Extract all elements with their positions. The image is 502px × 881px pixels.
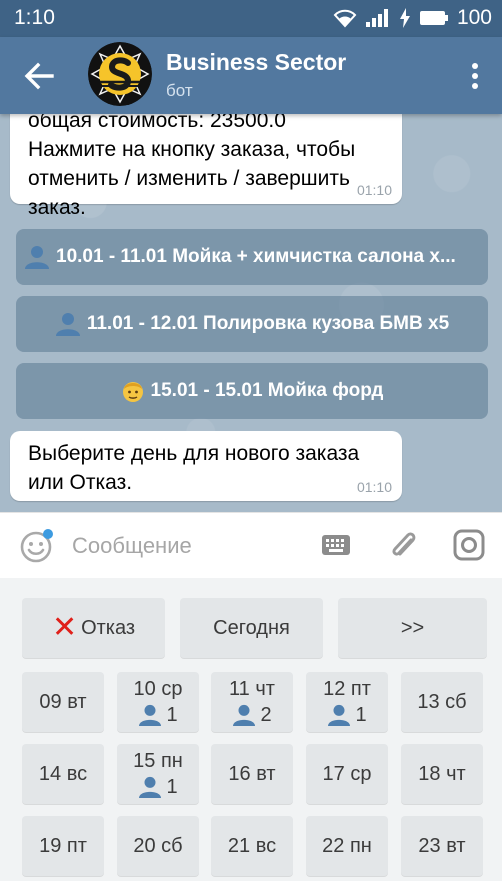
order-count-value: 1 bbox=[166, 704, 178, 726]
x-icon: ✕ bbox=[51, 611, 78, 644]
day-button[interactable]: 10 ср 1 bbox=[117, 672, 199, 732]
day-button[interactable]: 11 чт 2 bbox=[211, 672, 293, 732]
order-button-label: 15.01 - 15.01 Мойка форд bbox=[150, 380, 384, 401]
wifi-icon bbox=[333, 9, 357, 28]
order-button-label: 11.01 - 12.01 Полировка кузова БМВ х5 bbox=[86, 313, 450, 334]
day-button[interactable]: 12 пт 1 bbox=[306, 672, 388, 732]
face-icon bbox=[122, 382, 143, 402]
order-button[interactable]: 11.01 - 12.01 Полировка кузова БМВ х5 bbox=[16, 296, 488, 352]
day-label: 12 пт bbox=[323, 678, 371, 700]
message-input-bar bbox=[0, 512, 502, 578]
signal-icon bbox=[365, 9, 388, 27]
day-button[interactable]: 20 сб bbox=[117, 816, 199, 876]
day-button[interactable]: 15 пн 1 bbox=[117, 744, 199, 804]
day-button[interactable]: 21 вс bbox=[211, 816, 293, 876]
camera-icon[interactable] bbox=[453, 528, 485, 562]
message-bubble: общая стоимость: 23500.0 Нажмите на кноп… bbox=[10, 114, 402, 219]
order-button[interactable]: 15.01 - 15.01 Мойка форд bbox=[16, 363, 488, 419]
order-button-label: 10.01 - 11.01 Мойка + химчистка салона х… bbox=[56, 246, 456, 267]
today-button[interactable]: Сегодня bbox=[180, 598, 323, 658]
charging-icon bbox=[399, 8, 410, 28]
day-button[interactable]: 17 ср bbox=[306, 744, 388, 804]
person-icon bbox=[139, 776, 162, 798]
order-count-value: 2 bbox=[260, 704, 272, 726]
message-bubble: Выберите день для нового заказа или Отка… bbox=[10, 431, 402, 501]
back-arrow-icon[interactable] bbox=[22, 59, 56, 93]
order-count-value: 1 bbox=[355, 704, 367, 726]
app-bar: Business Sector бот bbox=[0, 37, 502, 114]
order-count: 1 bbox=[138, 702, 178, 728]
day-label: 11 чт bbox=[229, 678, 275, 700]
next-page-button-label: >> bbox=[400, 617, 425, 639]
status-icons: 100 bbox=[333, 5, 492, 31]
day-button[interactable]: 23 вт bbox=[401, 816, 483, 876]
day-label: 13 сб bbox=[417, 691, 467, 713]
cancel-button[interactable]: ✕ Отказ bbox=[22, 598, 165, 658]
day-button[interactable]: 18 чт bbox=[401, 744, 483, 804]
person-icon bbox=[233, 704, 256, 726]
person-icon bbox=[25, 246, 49, 269]
day-label: 17 ср bbox=[322, 763, 372, 785]
person-icon bbox=[328, 704, 351, 726]
today-button-label: Сегодня bbox=[213, 617, 290, 639]
day-label: 21 вс bbox=[227, 835, 277, 857]
keyboard-icon[interactable] bbox=[321, 533, 351, 557]
order-count-value: 1 bbox=[166, 776, 178, 798]
message-time: 01:10 bbox=[356, 182, 392, 198]
day-button[interactable]: 14 вс bbox=[22, 744, 104, 804]
attach-icon[interactable] bbox=[387, 527, 419, 563]
person-icon bbox=[55, 313, 80, 336]
day-button[interactable]: 09 вт bbox=[22, 672, 104, 732]
bot-keyboard: ✕ Отказ Сегодня >> 09 вт 10 ср 1 11 чт 2 12 п… bbox=[0, 578, 502, 881]
day-label: 09 вт bbox=[39, 691, 87, 713]
message-text: общая стоимость: 23500.0 Нажмите на кноп… bbox=[28, 114, 356, 219]
emoji-icon[interactable] bbox=[20, 529, 54, 563]
more-vert-icon[interactable] bbox=[468, 61, 482, 91]
battery-icon bbox=[419, 11, 448, 25]
battery-level: 100 bbox=[456, 6, 492, 29]
chat-title[interactable]: Business Sector bbox=[166, 49, 346, 76]
message-input[interactable] bbox=[72, 527, 292, 565]
status-bar: 1:10 100 bbox=[0, 0, 502, 37]
day-label: 18 чт bbox=[418, 763, 466, 785]
day-button[interactable]: 16 вт bbox=[211, 744, 293, 804]
order-count: 1 bbox=[138, 774, 178, 800]
day-label: 22 пн bbox=[322, 835, 372, 857]
cancel-button-label: Отказ bbox=[81, 617, 136, 639]
day-button[interactable]: 13 сб bbox=[401, 672, 483, 732]
business-sector-logo[interactable] bbox=[88, 42, 152, 106]
day-label: 23 вт bbox=[418, 835, 466, 857]
order-button[interactable]: 10.01 - 11.01 Мойка + химчистка салона х… bbox=[16, 229, 488, 285]
person-icon bbox=[139, 704, 162, 726]
message-text: Выберите день для нового заказа или Отка… bbox=[28, 442, 360, 494]
day-label: 10 ср bbox=[133, 678, 183, 700]
day-label: 15 пн bbox=[133, 750, 183, 772]
order-count: 2 bbox=[232, 702, 272, 728]
message-time: 01:10 bbox=[356, 479, 392, 495]
day-label: 14 вс bbox=[38, 763, 88, 785]
day-label: 20 сб bbox=[133, 835, 183, 857]
day-label: 16 вт bbox=[228, 763, 276, 785]
chat-subtitle: бот bbox=[166, 81, 193, 100]
next-page-button[interactable]: >> bbox=[338, 598, 487, 658]
order-count: 1 bbox=[327, 702, 367, 728]
day-button[interactable]: 22 пн bbox=[306, 816, 388, 876]
status-time: 1:10 bbox=[14, 6, 55, 29]
chat-area: общая стоимость: 23500.0 Нажмите на кноп… bbox=[0, 114, 502, 512]
day-label: 19 пт bbox=[39, 835, 87, 857]
day-button[interactable]: 19 пт bbox=[22, 816, 104, 876]
